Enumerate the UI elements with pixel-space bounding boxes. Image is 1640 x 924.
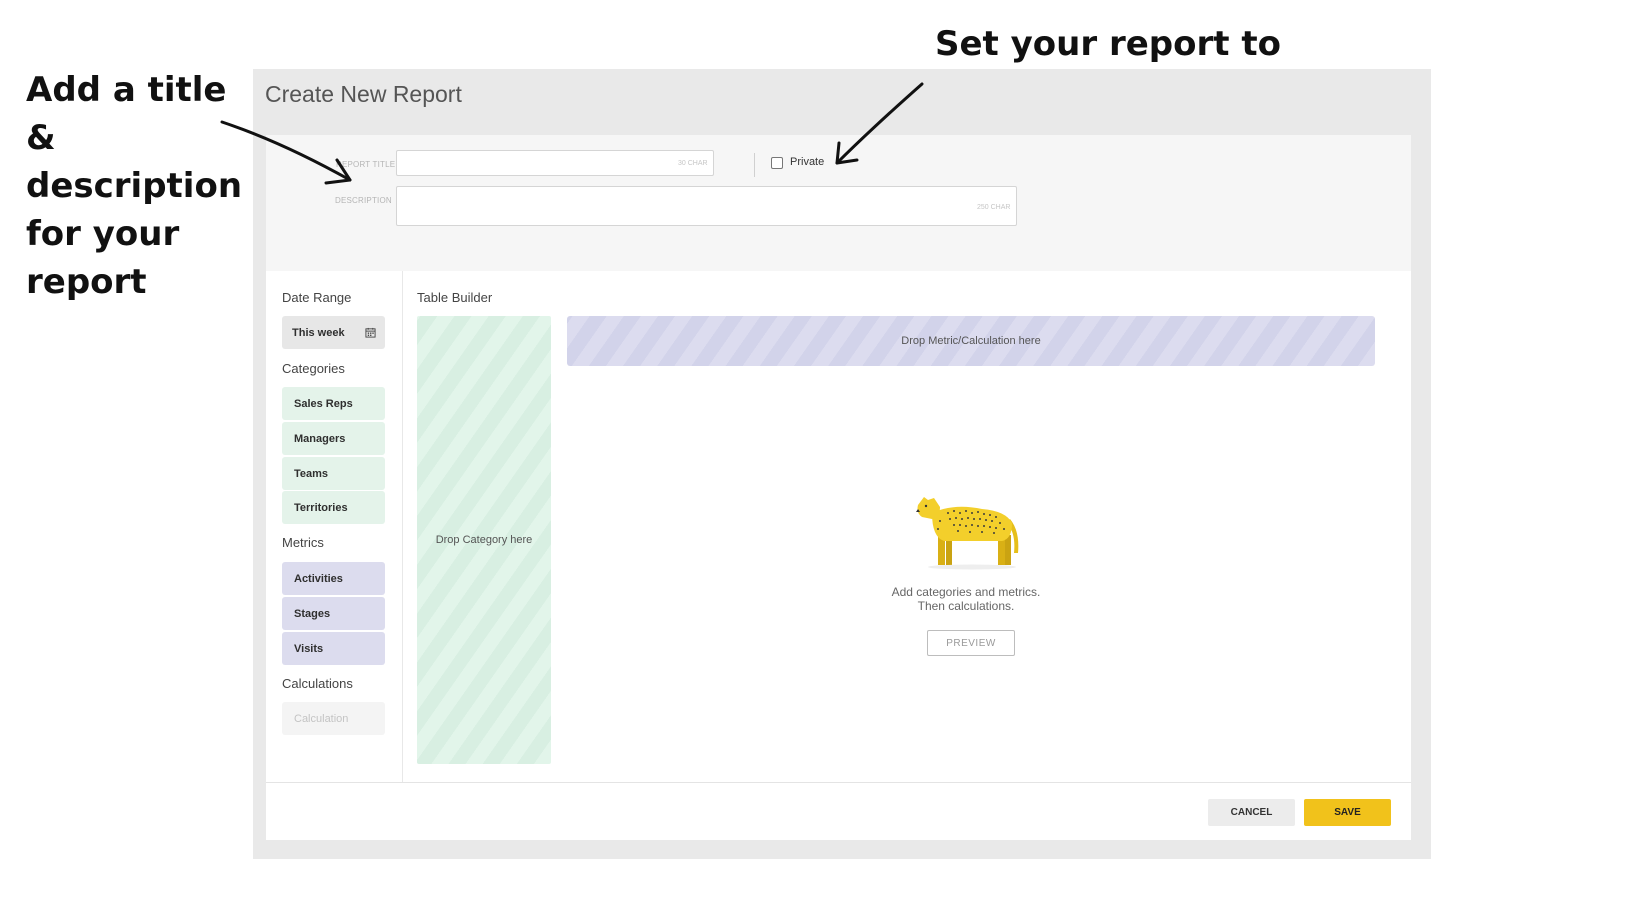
calculation-item: Calculation	[282, 702, 385, 735]
metric-visits[interactable]: Visits	[282, 632, 385, 665]
metric-stages[interactable]: Stages	[282, 597, 385, 630]
report-title-label: REPORT TITLE	[336, 160, 396, 169]
description-input[interactable]	[396, 186, 1017, 226]
field-divider	[754, 153, 755, 177]
dialog-footer: CANCEL SAVE	[266, 782, 1411, 840]
description-char-hint: 250 CHAR	[977, 204, 1011, 211]
preview-button[interactable]: PREVIEW	[927, 630, 1015, 656]
builder-sidebar: Date Range This week Categories Sales Re…	[266, 271, 403, 782]
drop-metric-label: Drop Metric/Calculation here	[901, 335, 1041, 347]
category-sales-reps[interactable]: Sales Reps	[282, 387, 385, 420]
empty-state-line-1: Add categories and metrics.	[891, 585, 1041, 599]
drop-metric-zone[interactable]: Drop Metric/Calculation here	[567, 316, 1375, 366]
category-managers[interactable]: Managers	[282, 422, 385, 455]
private-label[interactable]: Private	[790, 156, 824, 168]
annotation-title-description: Add a title & description for your repor…	[26, 70, 243, 302]
report-title-input[interactable]	[396, 150, 714, 176]
cancel-button[interactable]: CANCEL	[1208, 799, 1295, 826]
calculations-heading: Calculations	[282, 676, 353, 691]
category-teams[interactable]: Teams	[282, 457, 385, 490]
date-range-value: This week	[292, 326, 345, 339]
metrics-heading: Metrics	[282, 535, 324, 550]
report-builder-panel: Date Range This week Categories Sales Re…	[266, 271, 1411, 782]
empty-state-message: Add categories and metrics. Then calcula…	[836, 585, 1096, 613]
report-title-char-hint: 30 CHAR	[678, 160, 708, 167]
date-range-select[interactable]: This week	[282, 316, 385, 349]
description-label: DESCRIPTION	[335, 196, 392, 205]
empty-state-line-2: Then calculations.	[917, 599, 1015, 613]
save-button[interactable]: SAVE	[1304, 799, 1391, 826]
table-builder-title: Table Builder	[417, 290, 493, 305]
drop-category-zone[interactable]: Drop Category here	[417, 316, 551, 764]
date-range-heading: Date Range	[282, 290, 352, 305]
categories-heading: Categories	[282, 361, 345, 376]
private-checkbox[interactable]	[771, 157, 783, 169]
report-details-panel: REPORT TITLE 30 CHAR DESCRIPTION 250 CHA…	[266, 135, 1411, 271]
cheetah-illustration	[916, 497, 1019, 570]
create-report-dialog: Create New Report REPORT TITLE 30 CHAR D…	[253, 69, 1431, 859]
drop-category-label: Drop Category here	[435, 534, 533, 546]
category-territories[interactable]: Territories	[282, 491, 385, 524]
metric-activities[interactable]: Activities	[282, 562, 385, 595]
dialog-title: Create New Report	[265, 81, 462, 107]
calendar-icon	[365, 327, 376, 338]
